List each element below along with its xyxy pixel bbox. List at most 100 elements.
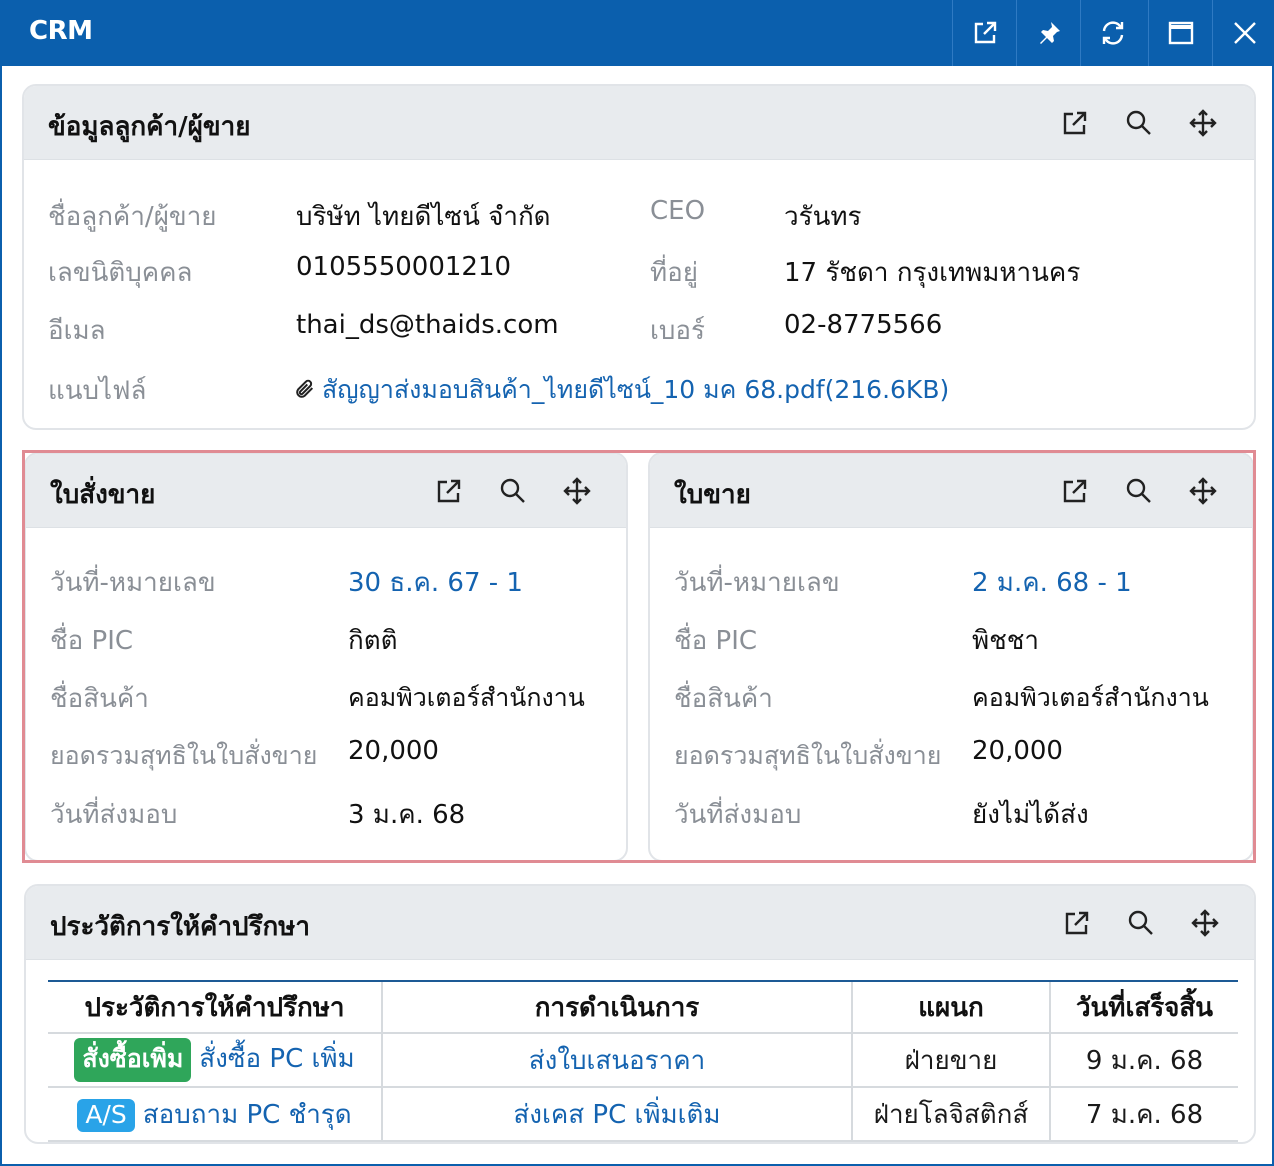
popout-button[interactable] bbox=[952, 0, 1016, 66]
so-delivery-label: วันที่ส่งมอบ bbox=[50, 800, 178, 830]
customer-panel-header: ข้อมูลลูกค้า/ผู้ขาย bbox=[24, 86, 1254, 160]
move-icon bbox=[563, 477, 591, 505]
date-cell: 7 ม.ค. 68 bbox=[1049, 1087, 1238, 1142]
history-header: ประวัติการให้คำปรึกษา bbox=[26, 886, 1254, 960]
history-table-header: ประวัติการให้คำปรึกษา การดำเนินการ แผนก … bbox=[48, 980, 1238, 1034]
refresh-button[interactable] bbox=[1080, 0, 1144, 66]
so-date-label: วันที่-หมายเลข bbox=[50, 568, 216, 598]
move-icon bbox=[1191, 909, 1219, 937]
attachment-label: แนบไฟล์ bbox=[48, 376, 147, 406]
inv-product-value: คอมพิวเตอร์สำนักงาน bbox=[972, 683, 1209, 712]
search-icon bbox=[1128, 910, 1153, 935]
maximize-button[interactable] bbox=[1148, 0, 1212, 66]
attachment-filename: สัญญาส่งมอบสินค้า_ไทยดีไซน์_10 มค 68.pdf… bbox=[322, 375, 950, 404]
invoice-panel: ใบขาย วันที่-หมายเลข 2 ม.ค. 68 - 1 ชื่อ … bbox=[648, 452, 1254, 862]
sales-order-move-handle[interactable] bbox=[562, 476, 592, 506]
phone-value: 02-8775566 bbox=[784, 310, 943, 340]
move-icon bbox=[1189, 477, 1217, 505]
sales-order-header: ใบสั่งขาย bbox=[26, 454, 626, 528]
ceo-value: วรันทร bbox=[784, 202, 862, 232]
so-delivery-value: 3 ม.ค. 68 bbox=[348, 800, 466, 830]
table-row: สั่งซื้อเพิ่ม สั่งซื้อ PC เพิ่ม ส่งใบเสนอ… bbox=[48, 1033, 1238, 1088]
refresh-icon bbox=[1102, 21, 1123, 45]
sales-order-title: ใบสั่งขาย bbox=[50, 480, 156, 510]
phone-label: เบอร์ bbox=[650, 316, 705, 346]
external-link-icon bbox=[1063, 111, 1087, 135]
move-icon bbox=[1189, 109, 1217, 137]
external-link-icon bbox=[437, 479, 461, 503]
pin-button[interactable] bbox=[1016, 0, 1080, 66]
action-cell: ส่งเคส PC เพิ่มเติม bbox=[381, 1087, 852, 1142]
col-history: ประวัติการให้คำปรึกษา bbox=[48, 980, 382, 1034]
so-pic-label: ชื่อ PIC bbox=[50, 626, 134, 656]
email-label: อีเมล bbox=[48, 316, 106, 346]
inv-delivery-label: วันที่ส่งมอบ bbox=[674, 800, 802, 830]
tax-id-value: 0105550001210 bbox=[296, 252, 512, 282]
department-cell: ฝ่ายขาย bbox=[851, 1033, 1050, 1088]
history-search-button[interactable] bbox=[1126, 908, 1156, 938]
action-cell: ส่งใบเสนอราคา bbox=[381, 1033, 852, 1088]
close-icon bbox=[1233, 22, 1256, 44]
invoice-popout-button[interactable] bbox=[1060, 476, 1090, 506]
history-cell: สั่งซื้อเพิ่ม สั่งซื้อ PC เพิ่ม bbox=[48, 1033, 382, 1088]
inv-date-label: วันที่-หมายเลข bbox=[674, 568, 840, 598]
history-popout-button[interactable] bbox=[1062, 908, 1092, 938]
close-button[interactable] bbox=[1212, 0, 1274, 66]
inv-delivery-value: ยังไม่ได้ส่ง bbox=[972, 800, 1089, 830]
name-value: บริษัท ไทยดีไซน์ จำกัด bbox=[296, 202, 551, 232]
action-link[interactable]: ส่งใบเสนอราคา bbox=[529, 1046, 705, 1076]
search-icon bbox=[1126, 110, 1151, 135]
history-panel: ประวัติการให้คำปรึกษา ประวัติการให้คำปรึ… bbox=[24, 884, 1256, 1144]
search-icon bbox=[500, 478, 525, 503]
so-date-link[interactable]: 30 ธ.ค. 67 - 1 bbox=[348, 562, 523, 603]
ceo-label: CEO bbox=[650, 196, 706, 226]
address-label: ที่อยู่ bbox=[650, 258, 698, 288]
inv-pic-value: พิชชา bbox=[972, 626, 1040, 656]
so-total-label: ยอดรวมสุทธิในใบสั่งขาย bbox=[50, 741, 318, 770]
category-badge: A/S bbox=[77, 1098, 135, 1132]
col-completed-date: วันที่เสร็จสิ้น bbox=[1049, 980, 1238, 1034]
col-department: แผนก bbox=[851, 980, 1050, 1034]
email-value: thai_ds@thaids.com bbox=[296, 310, 559, 340]
category-badge: สั่งซื้อเพิ่ม bbox=[74, 1038, 192, 1082]
customer-popout-button[interactable] bbox=[1060, 108, 1090, 138]
sales-order-popout-button[interactable] bbox=[434, 476, 464, 506]
external-link-icon bbox=[1063, 479, 1087, 503]
history-subject-link[interactable]: สอบถาม PC ชำรุด bbox=[143, 1100, 352, 1130]
paperclip-icon bbox=[296, 379, 314, 398]
department-cell: ฝ่ายโลจิสติกส์ bbox=[851, 1087, 1050, 1142]
history-cell: A/S สอบถาม PC ชำรุด bbox=[48, 1087, 382, 1142]
address-value: 17 รัชดา กรุงเทพมหานคร bbox=[784, 258, 1081, 288]
inv-total-value: 20,000 bbox=[972, 736, 1063, 766]
sales-order-panel: ใบสั่งขาย วันที่-หมายเลข 30 ธ.ค. 67 - 1 … bbox=[24, 452, 628, 862]
attachment-link[interactable]: สัญญาส่งมอบสินค้า_ไทยดีไซน์_10 มค 68.pdf… bbox=[294, 370, 949, 410]
invoice-move-handle[interactable] bbox=[1188, 476, 1218, 506]
tax-id-label: เลขนิติบุคคล bbox=[48, 258, 193, 288]
invoice-search-button[interactable] bbox=[1124, 476, 1154, 506]
date-cell: 9 ม.ค. 68 bbox=[1049, 1033, 1238, 1088]
name-label: ชื่อลูกค้า/ผู้ขาย bbox=[48, 202, 217, 232]
customer-panel: ข้อมูลลูกค้า/ผู้ขาย ชื่อลูกค้า/ผู้ขาย บร… bbox=[22, 84, 1256, 430]
history-table: ประวัติการให้คำปรึกษา การดำเนินการ แผนก … bbox=[48, 980, 1238, 1142]
sales-order-search-button[interactable] bbox=[498, 476, 528, 506]
action-link[interactable]: ส่งเคส PC เพิ่มเติม bbox=[513, 1100, 720, 1130]
so-pic-value: กิตติ bbox=[348, 626, 398, 656]
invoice-title: ใบขาย bbox=[674, 480, 751, 510]
inv-total-label: ยอดรวมสุทธิในใบสั่งขาย bbox=[674, 741, 942, 770]
customer-panel-title: ข้อมูลลูกค้า/ผู้ขาย bbox=[48, 112, 251, 142]
external-link-icon bbox=[1065, 911, 1089, 935]
history-subject-link[interactable]: สั่งซื้อ PC เพิ่ม bbox=[199, 1044, 354, 1074]
history-move-handle[interactable] bbox=[1190, 908, 1220, 938]
so-product-label: ชื่อสินค้า bbox=[50, 684, 149, 714]
history-title: ประวัติการให้คำปรึกษา bbox=[50, 912, 310, 942]
inv-product-label: ชื่อสินค้า bbox=[674, 684, 773, 714]
pin-icon bbox=[1039, 22, 1060, 44]
so-product-value: คอมพิวเตอร์สำนักงาน bbox=[348, 683, 585, 712]
customer-move-handle[interactable] bbox=[1188, 108, 1218, 138]
customer-search-button[interactable] bbox=[1124, 108, 1154, 138]
search-icon bbox=[1126, 478, 1151, 503]
external-link-icon bbox=[974, 21, 996, 44]
col-action: การดำเนินการ bbox=[381, 980, 852, 1034]
table-row: A/S สอบถาม PC ชำรุด ส่งเคส PC เพิ่มเติม ฝ… bbox=[48, 1087, 1238, 1142]
inv-date-link[interactable]: 2 ม.ค. 68 - 1 bbox=[972, 562, 1132, 603]
